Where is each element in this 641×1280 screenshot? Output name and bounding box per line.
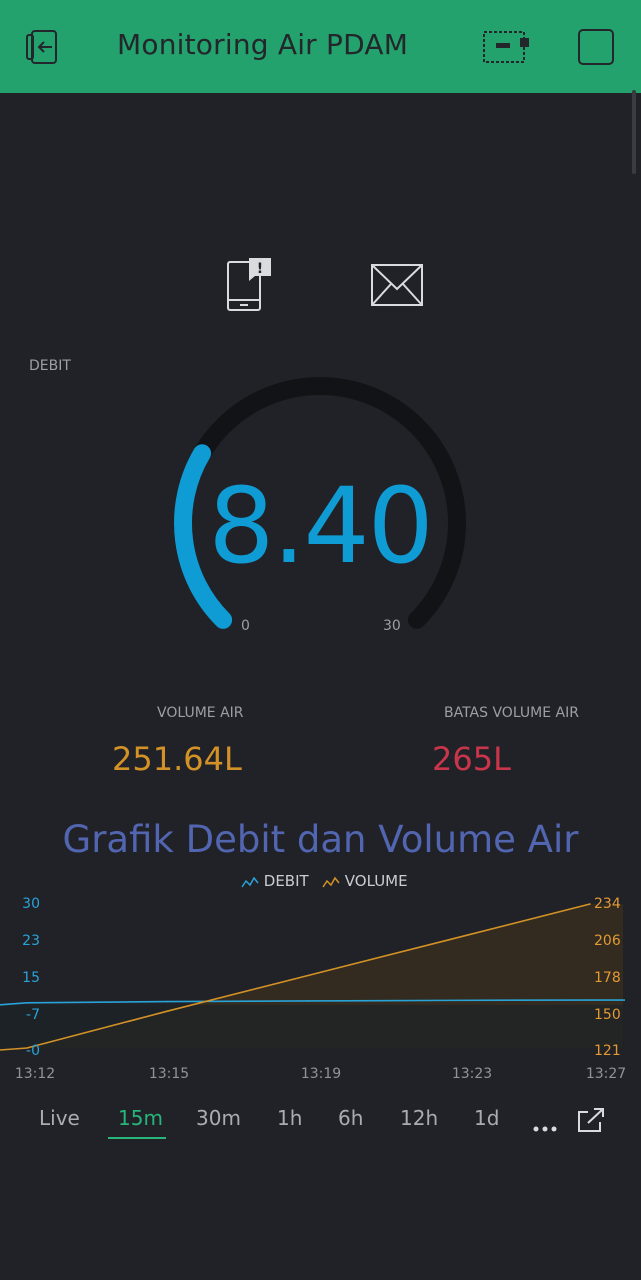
chart-title: Grafik Debit dan Volume Air (62, 818, 579, 861)
x-tick: 13:19 (300, 1066, 342, 1082)
exit-icon[interactable] (24, 26, 66, 68)
series-point-debit (307, 1000, 310, 1002)
volume-label: VOLUME AIR (157, 705, 244, 721)
series-line-debit (0, 999, 625, 1006)
limit-value: 265L (432, 740, 511, 778)
gauge-value: 8.40 (208, 465, 434, 587)
limit-label: BATAS VOLUME AIR (444, 705, 579, 721)
range-6h[interactable]: 6h (338, 1106, 363, 1130)
series-point-volume (448, 938, 451, 941)
range-12h[interactable]: 12h (400, 1106, 438, 1130)
more-icon[interactable] (532, 1118, 558, 1132)
series-point-debit (166, 1000, 169, 1003)
legend-debit: DEBIT (241, 872, 309, 890)
mail-icon[interactable] (370, 263, 424, 307)
y-left-tick: -7 (26, 1007, 40, 1023)
x-tick: 13:23 (451, 1066, 493, 1082)
legend-volume-label: VOLUME (344, 872, 408, 890)
y-right-tick: 178 (594, 970, 621, 986)
expand-icon[interactable] (576, 1106, 606, 1136)
y-left-tick: 15 (22, 970, 40, 986)
y-left-tick: -0 (26, 1043, 40, 1059)
app-screen: Monitoring Air PDAM ! DEBIT 8.40 0 30 VO… (0, 0, 641, 1280)
svg-text:!: ! (257, 261, 263, 277)
x-tick: 13:27 (585, 1066, 627, 1082)
volume-value: 251.64L (112, 740, 242, 778)
y-right-tick: 150 (594, 1007, 621, 1023)
app-title: Monitoring Air PDAM (117, 28, 409, 61)
header-bar: Monitoring Air PDAM (0, 0, 641, 93)
square-icon[interactable] (577, 28, 615, 66)
range-active-underline (108, 1137, 166, 1139)
range-live[interactable]: Live (39, 1106, 80, 1130)
gauge-min: 0 (241, 618, 250, 634)
legend-volume: VOLUME (322, 872, 408, 890)
x-tick: 13:15 (148, 1066, 190, 1082)
volume-area (27, 904, 623, 1048)
y-right-tick: 206 (594, 933, 621, 949)
y-left-tick: 30 (22, 896, 40, 912)
y-right-tick: 121 (594, 1043, 621, 1059)
time-range-bar: Live 15m 30m 1h 6h 12h 1d (0, 1100, 641, 1144)
range-1h[interactable]: 1h (277, 1106, 302, 1130)
series-line-volume (0, 903, 591, 1051)
series-point-volume (589, 903, 591, 905)
debit-line-icon (241, 876, 259, 887)
x-tick: 13:12 (14, 1066, 56, 1082)
series-point-volume (166, 1010, 169, 1012)
series-point-debit (448, 999, 451, 1002)
range-30m[interactable]: 30m (196, 1106, 241, 1130)
scrollbar[interactable] (632, 90, 636, 174)
y-right-tick: 234 (594, 896, 621, 912)
legend-debit-label: DEBIT (263, 872, 309, 890)
series-point-debit (26, 1002, 28, 1004)
y-left-tick: 23 (22, 933, 40, 949)
debit-area (0, 1004, 625, 1048)
series-point-debit (589, 999, 591, 1001)
phone-alert-icon[interactable]: ! (225, 256, 273, 314)
range-15m[interactable]: 15m (118, 1106, 163, 1130)
device-icon[interactable] (482, 30, 532, 64)
range-1d[interactable]: 1d (474, 1106, 499, 1130)
gauge-max: 30 (383, 618, 401, 634)
volume-line-icon (322, 876, 340, 887)
series-point-volume (307, 974, 310, 977)
series-point-volume (26, 1047, 28, 1049)
